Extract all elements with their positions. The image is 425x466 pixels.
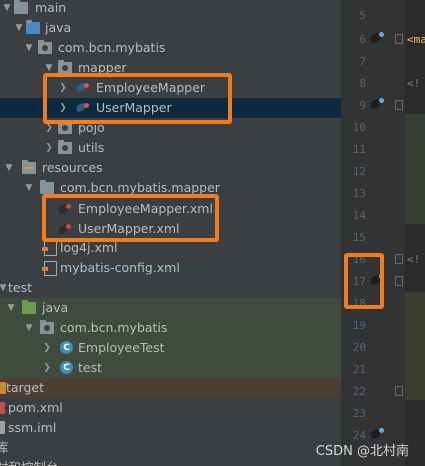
line-number: 14 bbox=[352, 209, 366, 222]
tree-item-test-java[interactable]: ▼ java bbox=[0, 298, 341, 318]
tree-item-label: utils bbox=[78, 140, 105, 155]
line-number: 8 bbox=[359, 77, 366, 90]
tree-item-label: resources bbox=[42, 160, 103, 175]
tree-item-label: test bbox=[78, 360, 103, 375]
folder-icon bbox=[40, 180, 54, 194]
xml-file-icon bbox=[42, 241, 57, 256]
source-folder-icon bbox=[26, 20, 40, 34]
line-number: 5 bbox=[359, 9, 366, 22]
java-class-icon bbox=[60, 358, 73, 378]
chevron-down-icon[interactable]: ▼ bbox=[24, 38, 34, 58]
chevron-down-icon[interactable]: ▼ bbox=[14, 18, 24, 38]
tree-item-test[interactable]: ▼ test bbox=[0, 278, 341, 298]
tree-item-label: com.bcn.mybatis bbox=[60, 320, 168, 335]
code-editor[interactable]: <ma <! <! bbox=[405, 0, 425, 466]
line-number: 11 bbox=[352, 143, 366, 156]
highlight-box-mapper-xml bbox=[42, 194, 219, 242]
test-source-folder-icon bbox=[22, 300, 36, 314]
fold-marker-icon[interactable] bbox=[395, 276, 403, 286]
mybatis-gutter-icon[interactable] bbox=[370, 98, 385, 110]
xml-file-icon bbox=[42, 261, 57, 276]
editor-gutter: 5 6 7 8 9 10 11 12 13 14 15 16 17 18 19 … bbox=[341, 0, 405, 466]
tree-item-label: 时和控制台 bbox=[0, 458, 59, 466]
chevron-down-icon[interactable]: ▼ bbox=[4, 158, 14, 178]
mybatis-gutter-icon[interactable] bbox=[370, 32, 385, 44]
tree-item-utils[interactable]: ❯ utils bbox=[0, 138, 341, 158]
code-highlight-block bbox=[405, 114, 425, 224]
tree-item-label: EmployeeTest bbox=[78, 340, 165, 355]
tree-item-label: pom.xml bbox=[8, 400, 63, 415]
tree-item-main[interactable]: ▼ main bbox=[0, 0, 341, 18]
package-icon bbox=[58, 140, 72, 154]
fold-marker-icon[interactable] bbox=[395, 254, 403, 264]
code-highlight-block bbox=[405, 292, 425, 400]
tree-item-resources[interactable]: ▼ resources bbox=[0, 158, 341, 178]
tree-item-label: com.bcn.mybatis bbox=[58, 40, 166, 55]
maven-icon bbox=[0, 402, 5, 414]
fold-marker-icon[interactable] bbox=[395, 386, 403, 396]
chevron-right-icon[interactable]: ❯ bbox=[42, 338, 52, 358]
code-snippet: <! bbox=[407, 77, 421, 90]
tree-item-scratches[interactable]: 时和控制台 bbox=[0, 458, 341, 466]
line-number: 19 bbox=[352, 319, 366, 332]
tree-item-label: mybatis-config.xml bbox=[60, 260, 180, 275]
line-number: 9 bbox=[359, 99, 366, 112]
watermark: CSDN @北村南 bbox=[315, 444, 409, 459]
tree-item-java[interactable]: ▼ java bbox=[0, 18, 341, 38]
line-number: 6 bbox=[359, 33, 366, 46]
chevron-down-icon[interactable]: ▼ bbox=[24, 318, 34, 338]
chevron-down-icon[interactable]: ▼ bbox=[24, 178, 34, 198]
tree-item-package[interactable]: ▼ com.bcn.mybatis bbox=[0, 38, 341, 58]
tree-item-test-class[interactable]: ❯ test bbox=[0, 358, 341, 378]
mybatis-gutter-icon[interactable] bbox=[370, 428, 385, 440]
line-number: 21 bbox=[352, 363, 366, 376]
package-icon bbox=[40, 320, 54, 334]
line-number: 10 bbox=[352, 121, 366, 134]
project-tree: ▼ main ▼ java ▼ com.bcn.mybatis ▼ mapper… bbox=[0, 0, 341, 466]
folder-icon bbox=[14, 0, 28, 14]
package-icon bbox=[38, 40, 52, 54]
line-number: 23 bbox=[352, 407, 366, 420]
line-number: 7 bbox=[359, 55, 366, 68]
fold-marker-icon[interactable] bbox=[395, 100, 403, 110]
chevron-down-icon[interactable]: ▼ bbox=[2, 0, 12, 18]
fold-marker-icon[interactable] bbox=[395, 34, 403, 44]
iml-file-icon bbox=[0, 421, 5, 434]
chevron-right-icon[interactable]: ❯ bbox=[42, 358, 52, 378]
tree-item-employee-test[interactable]: ❯ EmployeeTest bbox=[0, 338, 341, 358]
line-number: 12 bbox=[352, 165, 366, 178]
tree-item-label: ssm.iml bbox=[8, 420, 57, 435]
tree-item-label: java bbox=[45, 20, 72, 35]
line-number: 15 bbox=[352, 231, 366, 244]
chevron-down-icon[interactable]: ▼ bbox=[6, 298, 16, 318]
highlight-box-gutter-icon bbox=[344, 253, 384, 309]
line-number: 22 bbox=[352, 385, 366, 398]
line-number: 13 bbox=[352, 187, 366, 200]
tree-item-ssm-iml[interactable]: ssm.iml bbox=[0, 418, 341, 438]
code-snippet: <! bbox=[407, 253, 421, 266]
resources-folder-icon bbox=[22, 160, 36, 174]
tree-item-test-package[interactable]: ▼ com.bcn.mybatis bbox=[0, 318, 341, 338]
tree-item-label: 库 bbox=[0, 440, 9, 455]
line-number: 20 bbox=[352, 341, 366, 354]
highlight-box-mapper-interfaces bbox=[43, 73, 232, 124]
tree-item-mybatis-config-xml[interactable]: mybatis-config.xml bbox=[0, 258, 341, 278]
chevron-down-icon[interactable]: ▼ bbox=[0, 278, 8, 298]
code-snippet: <ma bbox=[407, 33, 425, 46]
tree-item-label: java bbox=[42, 300, 69, 315]
tree-item-label: test bbox=[8, 280, 33, 295]
tree-item-label: main bbox=[35, 0, 67, 15]
tree-item-external-libraries[interactable]: 库 bbox=[0, 438, 341, 458]
chevron-right-icon[interactable]: ❯ bbox=[44, 138, 54, 158]
tree-item-pom-xml[interactable]: pom.xml bbox=[0, 398, 341, 418]
tree-item-label: target bbox=[6, 380, 45, 395]
tree-item-target[interactable]: target bbox=[0, 378, 341, 398]
java-class-icon bbox=[60, 338, 73, 358]
